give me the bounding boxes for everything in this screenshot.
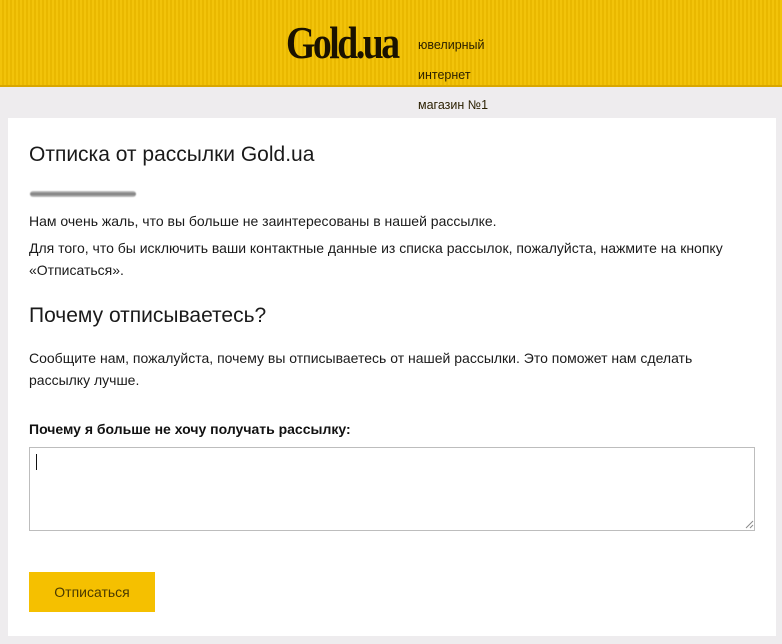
tagline-line: ювелирный bbox=[418, 38, 485, 52]
sorry-text: Нам очень жаль, что вы больше не заинтер… bbox=[29, 213, 497, 229]
tagline-line: интернет bbox=[418, 68, 471, 82]
why-heading: Почему отписываетесь? bbox=[29, 304, 267, 327]
unsubscribe-card: Отписка от рассылки Gold.ua Нам очень жа… bbox=[8, 118, 776, 636]
logo-wordmark: Gold.ua bbox=[286, 17, 400, 68]
title-underline-divider bbox=[30, 191, 136, 197]
site-header: Gold.ua ювелирный интернет магазин №1 bbox=[0, 0, 782, 112]
logo-tagline: ювелирный интернет магазин №1 bbox=[418, 23, 508, 128]
resize-grip-icon[interactable] bbox=[744, 519, 754, 529]
page-title: Отписка от рассылки Gold.ua bbox=[29, 143, 315, 166]
tagline-line: магазин №1 bbox=[418, 98, 489, 112]
reason-label: Почему я больше не хочу получать рассылк… bbox=[29, 421, 351, 437]
instructions-text: Для того, что бы исключить ваши контактн… bbox=[29, 240, 723, 278]
text-cursor bbox=[36, 454, 37, 470]
why-description: Сообщите нам, пожалуйста, почему вы отпи… bbox=[29, 350, 693, 388]
unsubscribe-button[interactable]: Отписаться bbox=[29, 572, 155, 612]
reason-textarea[interactable] bbox=[29, 447, 755, 531]
